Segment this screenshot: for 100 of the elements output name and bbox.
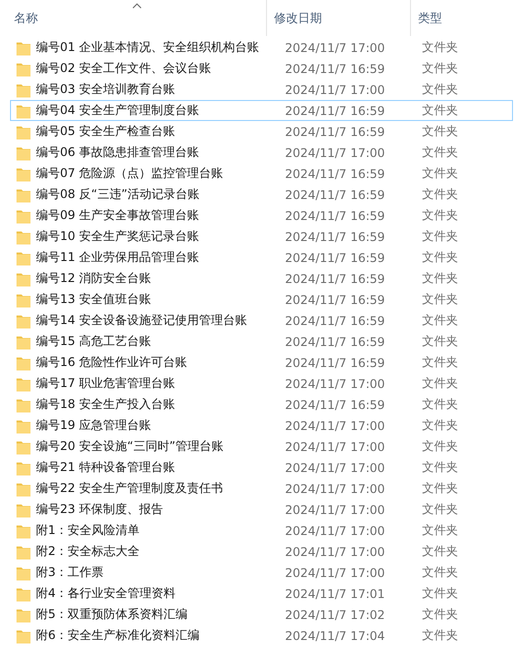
folder-name: 附2：安全标志大全 [36,543,140,560]
modified-date: 2024/11/7 16:59 [285,314,385,328]
file-row[interactable]: 编号08 反“三违”活动记录台账 2024/11/7 16:59 文件夹 [10,184,513,205]
modified-date: 2024/11/7 17:00 [285,82,385,96]
file-row[interactable]: 附4：各行业安全管理资料 2024/11/7 17:01 文件夹 [10,583,513,604]
folder-icon [16,480,31,496]
file-row[interactable]: 编号07 危险源（点）监控管理台账 2024/11/7 16:59 文件夹 [10,163,513,184]
folder-name: 附1：安全风险清单 [36,522,140,539]
file-row[interactable]: 编号10 安全生产奖惩记录台账 2024/11/7 16:59 文件夹 [10,226,513,247]
file-row[interactable]: 编号09 生产安全事故管理台账 2024/11/7 16:59 文件夹 [10,205,513,226]
item-type: 文件夹 [422,186,458,203]
folder-name: 编号09 生产安全事故管理台账 [36,207,200,224]
folder-icon [16,354,31,370]
file-row[interactable]: 编号15 高危工艺台账 2024/11/7 16:59 文件夹 [10,331,513,352]
sort-ascending-icon[interactable] [132,3,142,9]
file-row[interactable]: 编号06 事故隐患排查管理台账 2024/11/7 17:00 文件夹 [10,142,513,163]
folder-name: 编号23 环保制度、报告 [36,501,164,518]
folder-icon [16,522,31,538]
item-type: 文件夹 [422,375,458,392]
file-row[interactable]: 编号05 安全生产检查台账 2024/11/7 16:59 文件夹 [10,121,513,142]
folder-icon [16,586,31,602]
file-row[interactable]: 附3：工作票 2024/11/7 17:00 文件夹 [10,562,513,583]
modified-date: 2024/11/7 17:00 [285,524,385,538]
item-type: 文件夹 [422,39,458,56]
item-type: 文件夹 [422,165,458,182]
item-type: 文件夹 [422,459,458,476]
modified-date: 2024/11/7 16:59 [285,230,385,244]
folder-name: 编号01 企业基本情况、安全组织机构台账 [36,39,260,56]
folder-name: 编号05 安全生产检查台账 [36,123,176,140]
file-row[interactable]: 编号21 特种设备管理台账 2024/11/7 17:00 文件夹 [10,457,513,478]
file-row[interactable]: 编号11 企业劳保用品管理台账 2024/11/7 16:59 文件夹 [10,247,513,268]
folder-name: 编号21 特种设备管理台账 [36,459,176,476]
item-type: 文件夹 [422,270,458,287]
folder-icon [16,312,31,328]
folder-name: 编号22 安全生产管理制度及责任书 [36,480,224,497]
item-type: 文件夹 [422,81,458,98]
item-type: 文件夹 [422,249,458,266]
column-header[interactable]: 类型 [418,10,442,26]
file-row[interactable]: 编号22 安全生产管理制度及责任书 2024/11/7 17:00 文件夹 [10,478,513,499]
modified-date: 2024/11/7 17:00 [285,544,385,558]
folder-name: 编号15 高危工艺台账 [36,333,152,350]
folder-name: 编号12 消防安全台账 [36,270,152,287]
folder-icon [16,502,31,518]
file-row[interactable]: 编号17 职业危害管理台账 2024/11/7 17:00 文件夹 [10,373,513,394]
modified-date: 2024/11/7 16:59 [285,292,385,306]
folder-icon [16,124,31,140]
folder-name: 编号08 反“三违”活动记录台账 [36,186,200,203]
folder-icon [16,544,31,560]
item-type: 文件夹 [422,312,458,329]
folder-icon [16,438,31,454]
folder-name: 编号18 安全生产投入台账 [36,396,176,413]
item-type: 文件夹 [422,585,458,602]
file-row[interactable]: 编号02 安全工作文件、会议台账 2024/11/7 16:59 文件夹 [10,58,513,79]
modified-date: 2024/11/7 17:04 [285,628,385,642]
folder-icon [16,40,31,56]
file-row[interactable]: 编号01 企业基本情况、安全组织机构台账 2024/11/7 17:00 文件夹 [10,37,513,58]
folder-icon [16,564,31,580]
modified-date: 2024/11/7 16:59 [285,398,385,412]
file-row[interactable]: 附6：安全生产标准化资料汇编 2024/11/7 17:04 文件夹 [10,625,513,646]
item-type: 文件夹 [422,333,458,350]
item-type: 文件夹 [422,396,458,413]
modified-date: 2024/11/7 16:59 [285,356,385,370]
file-row[interactable]: 附1：安全风险清单 2024/11/7 17:00 文件夹 [10,520,513,541]
file-row[interactable]: 编号18 安全生产投入台账 2024/11/7 16:59 文件夹 [10,394,513,415]
modified-date: 2024/11/7 16:59 [285,208,385,222]
file-row[interactable]: 编号16 危险性作业许可台账 2024/11/7 16:59 文件夹 [10,352,513,373]
folder-name: 编号02 安全工作文件、会议台账 [36,60,212,77]
item-type: 文件夹 [422,144,458,161]
modified-date: 2024/11/7 17:00 [285,376,385,390]
folder-name: 附4：各行业安全管理资料 [36,585,176,602]
file-row[interactable]: 编号20 安全设施“三同时”管理台账 2024/11/7 17:00 文件夹 [10,436,513,457]
file-row[interactable]: 附2：安全标志大全 2024/11/7 17:00 文件夹 [10,541,513,562]
file-row[interactable]: 附5：双重预防体系资料汇编 2024/11/7 17:02 文件夹 [10,604,513,625]
modified-date: 2024/11/7 17:00 [285,502,385,516]
column-header[interactable]: 修改日期 [274,10,322,26]
folder-icon [16,208,31,224]
column-header[interactable]: 名称 [14,10,38,26]
folder-name: 编号20 安全设施“三同时”管理台账 [36,438,224,455]
modified-date: 2024/11/7 17:00 [285,40,385,54]
folder-icon [16,166,31,182]
file-row[interactable]: 编号12 消防安全台账 2024/11/7 16:59 文件夹 [10,268,513,289]
file-row[interactable]: 编号23 环保制度、报告 2024/11/7 17:00 文件夹 [10,499,513,520]
item-type: 文件夹 [422,102,458,119]
folder-name: 编号14 安全设备设施登记使用管理台账 [36,312,248,329]
folder-name: 编号03 安全培训教育台账 [36,81,176,98]
file-row[interactable]: 编号13 安全值班台账 2024/11/7 16:59 文件夹 [10,289,513,310]
modified-date: 2024/11/7 16:59 [285,188,385,202]
folder-icon [16,628,31,644]
folder-icon [16,250,31,266]
folder-icon [16,418,31,434]
folder-icon [16,60,31,76]
file-row[interactable]: 编号03 安全培训教育台账 2024/11/7 17:00 文件夹 [10,79,513,100]
file-row[interactable]: 编号19 应急管理台账 2024/11/7 17:00 文件夹 [10,415,513,436]
modified-date: 2024/11/7 17:00 [285,482,385,496]
file-row[interactable]: 编号14 安全设备设施登记使用管理台账 2024/11/7 16:59 文件夹 [10,310,513,331]
folder-icon [16,186,31,202]
item-type: 文件夹 [422,207,458,224]
folder-name: 编号16 危险性作业许可台账 [36,354,188,371]
file-row[interactable]: 编号04 安全生产管理制度台账 2024/11/7 16:59 文件夹 [10,100,513,121]
folder-icon [16,334,31,350]
